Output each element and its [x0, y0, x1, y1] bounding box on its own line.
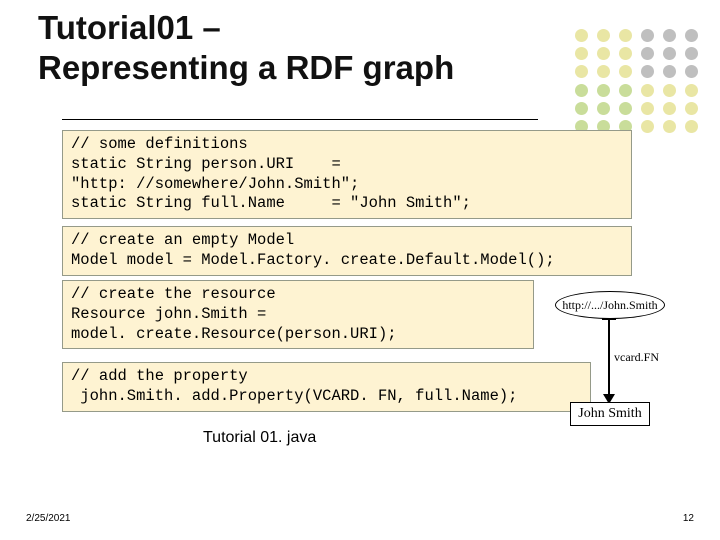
- title-line-2: Representing a RDF graph: [38, 49, 454, 86]
- title-line-1: Tutorial01 –: [38, 9, 221, 46]
- rdf-predicate-label: vcard.FN: [614, 350, 659, 365]
- page-number: 12: [683, 513, 694, 524]
- code-block-property: // add the property john.Smith. add.Prop…: [62, 362, 591, 412]
- code-block-definitions: // some definitions static String person…: [62, 130, 632, 219]
- title-underline-icon: [62, 119, 538, 120]
- code-block-resource: // create the resource Resource john.Smi…: [62, 280, 534, 349]
- arrow-icon: [608, 318, 610, 396]
- slide: Tutorial01 – Representing a RDF graph //…: [0, 0, 720, 540]
- slide-title: Tutorial01 – Representing a RDF graph: [38, 8, 558, 89]
- rdf-subject-node: http://.../John.Smith: [555, 291, 665, 319]
- rdf-object-node: John Smith: [570, 402, 650, 426]
- footer-date: 2/25/2021: [26, 513, 71, 524]
- file-name-label: Tutorial 01. java: [203, 429, 316, 447]
- dot-grid-icon: [570, 26, 702, 136]
- code-block-model: // create an empty Model Model model = M…: [62, 226, 632, 276]
